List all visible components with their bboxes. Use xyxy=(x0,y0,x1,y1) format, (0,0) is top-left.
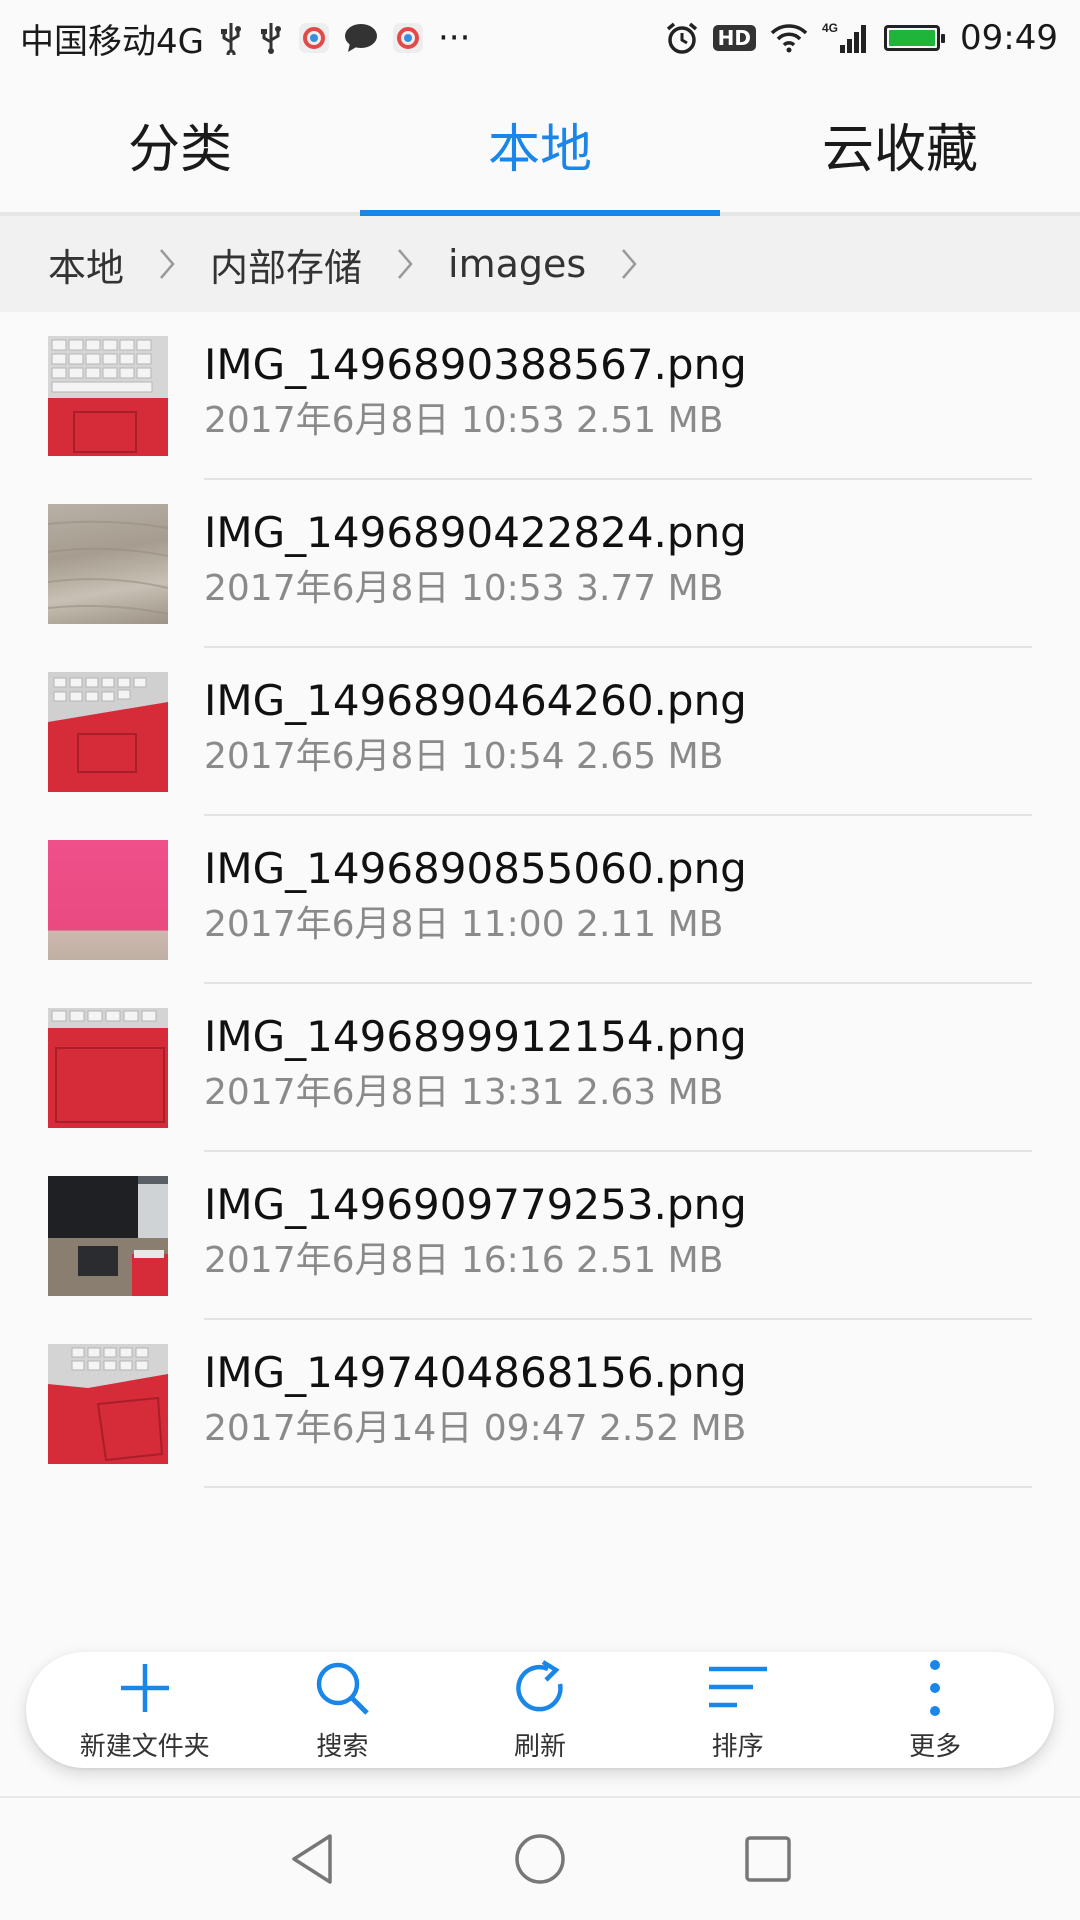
file-row[interactable]: IMG_1497404868156.png 2017年6月14日 09:47 2… xyxy=(0,1320,1080,1488)
file-text: IMG_1496890388567.png 2017年6月8日 10:53 2.… xyxy=(204,336,1032,448)
chevron-right-icon xyxy=(158,247,176,281)
breadcrumb-local[interactable]: 本地 xyxy=(48,237,124,292)
tab-bar: 分类 本地 云收藏 xyxy=(0,76,1080,216)
breadcrumb: 本地 内部存储 images xyxy=(0,216,1080,312)
recents-icon[interactable] xyxy=(744,1835,792,1883)
status-bar: 中国移动4G ··· HD 4G 09:49 xyxy=(0,0,1080,76)
new-folder-label: 新建文件夹 xyxy=(79,1731,210,1762)
more-notifications-indicator: ··· xyxy=(437,18,471,58)
chevron-right-icon xyxy=(396,247,414,281)
breadcrumb-images[interactable]: images xyxy=(448,242,586,286)
status-left: 中国移动4G ··· xyxy=(20,14,470,63)
tab-cloud-favorites[interactable]: 云收藏 xyxy=(720,76,1080,212)
refresh-label: 刷新 xyxy=(513,1731,566,1762)
refresh-button[interactable]: 刷新 xyxy=(450,1658,630,1763)
status-right: HD 4G 09:49 xyxy=(665,18,1058,58)
file-meta: 2017年6月8日 10:53 2.51 MB xyxy=(204,400,724,441)
wifi-icon xyxy=(770,23,808,53)
carrier-text: 中国移动4G xyxy=(20,21,204,62)
chevron-right-icon xyxy=(620,247,638,281)
usb-icon xyxy=(258,21,284,55)
file-name: IMG_1496890464260.png xyxy=(204,676,747,725)
search-icon xyxy=(313,1658,371,1718)
more-label: 更多 xyxy=(909,1731,962,1762)
file-thumbnail xyxy=(48,336,168,456)
file-name: IMG_1496890388567.png xyxy=(204,340,747,389)
plus-icon xyxy=(117,1658,173,1718)
signal-icon: 4G xyxy=(822,21,870,55)
file-row[interactable]: IMG_1496890464260.png 2017年6月8日 10:54 2.… xyxy=(0,648,1080,816)
file-list: IMG_1496890388567.png 2017年6月8日 10:53 2.… xyxy=(0,312,1080,1488)
file-thumbnail xyxy=(48,672,168,792)
file-manager-screen: 中国移动4G ··· HD 4G 09:49 分类 本地 云收藏 本地 内部存储… xyxy=(0,0,1080,1920)
more-button[interactable]: 更多 xyxy=(845,1658,1025,1763)
file-text: IMG_1496909779253.png 2017年6月8日 16:16 2.… xyxy=(204,1176,1032,1288)
battery-level xyxy=(889,30,936,46)
alarm-icon xyxy=(665,21,699,55)
tab-local[interactable]: 本地 xyxy=(360,76,720,216)
row-divider xyxy=(204,1486,1032,1488)
back-icon[interactable] xyxy=(288,1832,336,1886)
search-label: 搜索 xyxy=(316,1731,369,1762)
file-row[interactable]: IMG_1496899912154.png 2017年6月8日 13:31 2.… xyxy=(0,984,1080,1152)
usb-icon xyxy=(218,21,244,55)
file-name: IMG_1496909779253.png xyxy=(204,1180,747,1229)
file-thumbnail xyxy=(48,1176,168,1296)
network-type-label: 4G xyxy=(822,21,838,35)
file-name: IMG_1496890422824.png xyxy=(204,508,747,557)
file-text: IMG_1496890855060.png 2017年6月8日 11:00 2.… xyxy=(204,840,1032,952)
message-icon xyxy=(344,23,378,53)
file-text: IMG_1496890422824.png 2017年6月8日 10:53 3.… xyxy=(204,504,1032,616)
file-text: IMG_1497404868156.png 2017年6月14日 09:47 2… xyxy=(204,1344,1032,1456)
hd-badge: HD xyxy=(712,25,757,51)
file-thumbnail xyxy=(48,840,168,960)
new-folder-button[interactable]: 新建文件夹 xyxy=(55,1658,235,1763)
file-thumbnail xyxy=(48,504,168,624)
app-icon xyxy=(298,22,330,54)
file-meta: 2017年6月8日 11:00 2.11 MB xyxy=(204,904,724,945)
home-icon[interactable] xyxy=(514,1833,566,1885)
file-row[interactable]: IMG_1496890388567.png 2017年6月8日 10:53 2.… xyxy=(0,312,1080,480)
breadcrumb-internal-storage[interactable]: 内部存储 xyxy=(210,237,362,292)
file-text: IMG_1496899912154.png 2017年6月8日 13:31 2.… xyxy=(204,1008,1032,1120)
file-row[interactable]: IMG_1496890422824.png 2017年6月8日 10:53 3.… xyxy=(0,480,1080,648)
file-meta: 2017年6月14日 09:47 2.52 MB xyxy=(204,1408,747,1449)
file-row[interactable]: IMG_1496890855060.png 2017年6月8日 11:00 2.… xyxy=(0,816,1080,984)
clock: 09:49 xyxy=(960,18,1058,58)
file-meta: 2017年6月8日 13:31 2.63 MB xyxy=(204,1072,724,1113)
bottom-toolbar: 新建文件夹 搜索 刷新 排序 更多 xyxy=(26,1652,1054,1768)
sort-icon xyxy=(707,1658,769,1718)
more-vertical-icon xyxy=(927,1658,943,1718)
file-text: IMG_1496890464260.png 2017年6月8日 10:54 2.… xyxy=(204,672,1032,784)
battery-icon xyxy=(884,25,946,51)
file-thumbnail xyxy=(48,1344,168,1464)
sort-label: 排序 xyxy=(711,1731,764,1762)
file-name: IMG_1497404868156.png xyxy=(204,1348,747,1397)
tab-category[interactable]: 分类 xyxy=(0,76,360,212)
search-button[interactable]: 搜索 xyxy=(252,1658,432,1763)
refresh-icon xyxy=(510,1658,570,1718)
file-meta: 2017年6月8日 10:54 2.65 MB xyxy=(204,736,724,777)
file-name: IMG_1496899912154.png xyxy=(204,1012,747,1061)
file-thumbnail xyxy=(48,1008,168,1128)
file-meta: 2017年6月8日 10:53 3.77 MB xyxy=(204,568,724,609)
file-name: IMG_1496890855060.png xyxy=(204,844,747,893)
file-meta: 2017年6月8日 16:16 2.51 MB xyxy=(204,1240,724,1281)
sort-button[interactable]: 排序 xyxy=(648,1658,828,1763)
file-row[interactable]: IMG_1496909779253.png 2017年6月8日 16:16 2.… xyxy=(0,1152,1080,1320)
app-icon xyxy=(392,22,424,54)
system-nav-bar xyxy=(0,1796,1080,1920)
